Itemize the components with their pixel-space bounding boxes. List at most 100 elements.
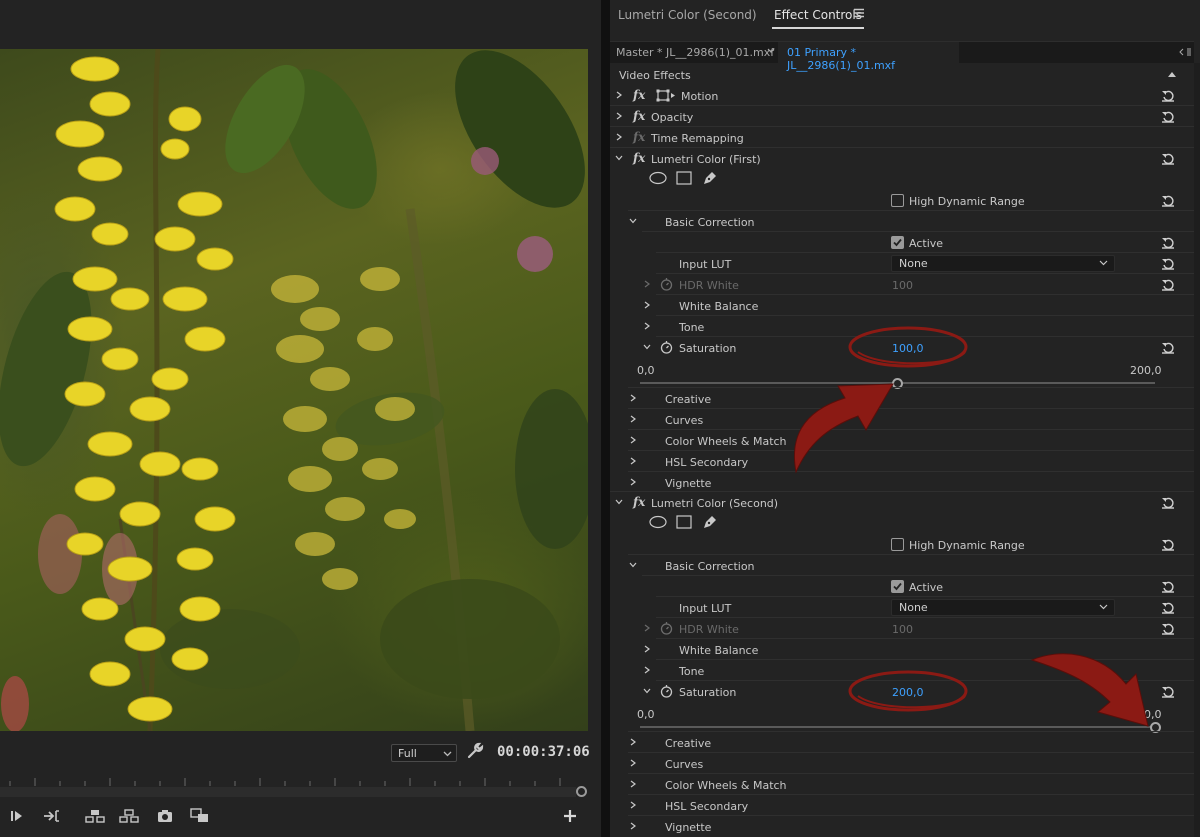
hdr-checkbox[interactable] [891, 194, 904, 207]
fx-icon[interactable]: fx [633, 109, 645, 123]
reset-icon[interactable] [1161, 537, 1175, 551]
input-lut-dropdown[interactable]: None [891, 255, 1115, 272]
reset-icon[interactable] [1161, 340, 1175, 354]
fx-icon[interactable]: fx [633, 88, 645, 102]
reset-icon[interactable] [1161, 684, 1175, 698]
reset-icon[interactable] [1161, 600, 1175, 614]
section-row[interactable]: Color Wheels & Match [610, 774, 1194, 795]
reset-icon[interactable] [1161, 621, 1175, 635]
motion-transform-icon[interactable] [656, 89, 676, 102]
chevron-right-icon[interactable] [628, 455, 638, 467]
chevron-down-icon[interactable] [642, 685, 652, 697]
tone-row[interactable]: Tone [610, 660, 1194, 681]
effect-row-opacity[interactable]: fx Opacity [610, 106, 1194, 127]
collapse-up-icon[interactable] [1167, 70, 1177, 78]
reset-icon[interactable] [1161, 109, 1175, 123]
scrub-bar[interactable] [0, 787, 576, 797]
chevron-down-icon[interactable] [628, 215, 638, 227]
playhead-timecode[interactable]: 00:00:37:06 [497, 744, 590, 760]
reset-icon[interactable] [1161, 495, 1175, 509]
reset-icon[interactable] [1161, 579, 1175, 593]
active-clip-label[interactable]: 01 Primary * JL__2986(1)_01.mxf [778, 42, 959, 72]
active-checkbox[interactable] [891, 580, 904, 593]
section-row[interactable]: Creative [610, 732, 1194, 753]
white-balance-row[interactable]: White Balance [610, 295, 1194, 316]
resolution-select[interactable]: Full [391, 744, 457, 762]
ellipse-mask-icon[interactable] [649, 515, 667, 529]
compare-view-button[interactable] [189, 806, 211, 826]
chevron-right-icon[interactable] [642, 664, 652, 676]
chevron-right-icon[interactable] [642, 643, 652, 655]
chevron-right-icon[interactable] [614, 110, 624, 122]
basic-correction-row[interactable]: Basic Correction [610, 555, 1194, 576]
saturation-value[interactable]: 100,0 [892, 342, 924, 355]
reset-icon[interactable] [1161, 235, 1175, 249]
chevron-down-icon[interactable] [766, 44, 776, 58]
reset-icon[interactable] [1161, 151, 1175, 165]
effect-row-lumetri-second[interactable]: fx Lumetri Color (Second) [610, 492, 1194, 513]
chevron-right-icon[interactable] [628, 736, 638, 748]
basic-correction-row[interactable]: Basic Correction [610, 211, 1194, 232]
lift-button[interactable] [84, 806, 106, 826]
export-frame-button[interactable] [154, 806, 176, 826]
chevron-down-icon[interactable] [614, 152, 624, 164]
time-ruler[interactable] [0, 772, 583, 786]
panel-menu-icon[interactable] [854, 8, 864, 18]
chevron-right-icon[interactable] [628, 778, 638, 790]
reset-icon[interactable] [1161, 256, 1175, 270]
pen-mask-icon[interactable] [702, 514, 718, 530]
tab-lumetri-color[interactable]: Lumetri Color (Second) [618, 8, 757, 22]
input-lut-dropdown[interactable]: None [891, 599, 1115, 616]
wrench-icon[interactable] [466, 742, 484, 762]
chevron-right-icon[interactable] [642, 320, 652, 332]
chevron-down-icon[interactable] [642, 341, 652, 353]
chevron-right-icon[interactable] [628, 820, 638, 832]
saturation-value[interactable]: 200,0 [892, 686, 924, 699]
effect-row-motion[interactable]: fx Motion [610, 85, 1194, 106]
saturation-slider-track[interactable] [640, 726, 1155, 728]
section-row[interactable]: HSL Secondary [610, 451, 1194, 472]
hdr-checkbox[interactable] [891, 538, 904, 551]
chevron-right-icon[interactable] [642, 278, 652, 290]
chevron-right-icon[interactable] [628, 392, 638, 404]
section-row[interactable]: Vignette [610, 816, 1194, 837]
ellipse-mask-icon[interactable] [649, 171, 667, 185]
fx-icon[interactable]: fx [633, 151, 645, 165]
stopwatch-icon[interactable] [660, 340, 673, 354]
master-clip-label[interactable]: Master * JL__2986(1)_01.mxf [616, 46, 774, 59]
playhead-handle[interactable] [576, 786, 587, 797]
reset-icon[interactable] [1161, 193, 1175, 207]
fx-icon[interactable]: fx [633, 495, 645, 509]
tone-row[interactable]: Tone [610, 316, 1194, 337]
section-row[interactable]: Curves [610, 409, 1194, 430]
chevron-right-icon[interactable] [642, 622, 652, 634]
chevron-right-icon[interactable] [628, 476, 638, 488]
chevron-right-icon[interactable] [614, 131, 624, 143]
active-checkbox[interactable] [891, 236, 904, 249]
panel-divider[interactable] [601, 0, 610, 837]
pen-mask-icon[interactable] [702, 170, 718, 186]
tab-effect-controls[interactable]: Effect Controls [774, 8, 862, 22]
stopwatch-icon[interactable] [660, 684, 673, 698]
chevron-right-icon[interactable] [628, 413, 638, 425]
timeline-toggle-icon[interactable] [1179, 46, 1191, 58]
rectangle-mask-icon[interactable] [676, 515, 692, 529]
chevron-right-icon[interactable] [628, 799, 638, 811]
section-row[interactable]: Creative [610, 388, 1194, 409]
step-forward-button[interactable] [6, 806, 28, 826]
reset-icon[interactable] [1161, 88, 1175, 102]
section-row[interactable]: Curves [610, 753, 1194, 774]
chevron-right-icon[interactable] [628, 434, 638, 446]
go-to-out-button[interactable] [41, 806, 63, 826]
chevron-down-icon[interactable] [628, 559, 638, 571]
section-row[interactable]: HSL Secondary [610, 795, 1194, 816]
chevron-right-icon[interactable] [628, 757, 638, 769]
section-row[interactable]: Vignette [610, 472, 1194, 493]
vertical-scrollbar[interactable] [1194, 63, 1200, 837]
chevron-right-icon[interactable] [614, 89, 624, 101]
section-row[interactable]: Color Wheels & Match [610, 430, 1194, 451]
chevron-down-icon[interactable] [614, 496, 624, 508]
effect-row-lumetri-first[interactable]: fx Lumetri Color (First) [610, 148, 1194, 169]
rectangle-mask-icon[interactable] [676, 171, 692, 185]
chevron-right-icon[interactable] [642, 299, 652, 311]
